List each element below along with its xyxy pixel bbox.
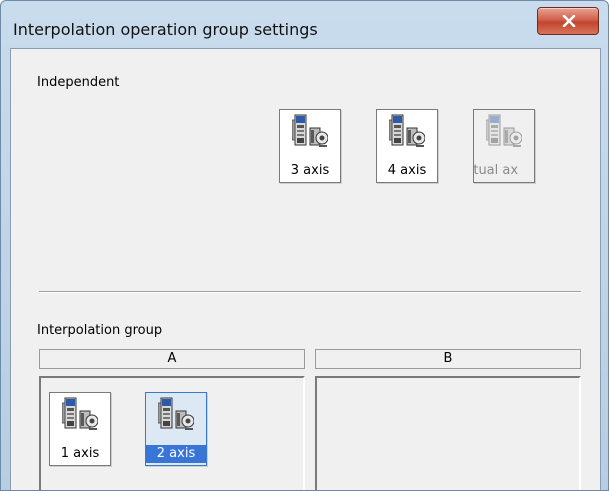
axis-tile-4[interactable]: 4 axis xyxy=(376,109,438,183)
servo-amplifier-motor-icon xyxy=(158,397,194,431)
interpolation-group-label: Interpolation group xyxy=(37,323,163,338)
dialog-window: Interpolation operation group settings I… xyxy=(0,0,609,491)
axis-tile-1[interactable]: 1 axis xyxy=(49,392,111,466)
section-divider xyxy=(39,291,581,293)
servo-amplifier-motor-icon xyxy=(292,114,328,148)
axis-tile-label: rtual ax xyxy=(474,163,519,178)
window-title: Interpolation operation group settings xyxy=(13,20,318,39)
independent-label: Independent xyxy=(37,75,120,90)
servo-amplifier-motor-icon xyxy=(62,397,98,431)
group-a-drop-area[interactable]: 1 axis 2 axis xyxy=(39,376,305,490)
axis-tile-label: 4 axis xyxy=(387,163,427,178)
group-b-drop-area[interactable] xyxy=(315,376,581,490)
servo-amplifier-motor-icon xyxy=(389,114,425,148)
axis-tile-label: 2 axis xyxy=(146,445,206,463)
dialog-client-area: Independent 3 axis 4 axis rtual ax Inter… xyxy=(10,48,601,490)
x-icon xyxy=(562,15,576,27)
close-button[interactable] xyxy=(537,7,599,35)
axis-tile-virtual: rtual ax xyxy=(473,109,535,183)
axis-tile-label: 3 axis xyxy=(290,163,330,178)
group-a-header: A xyxy=(39,349,305,369)
axis-tile-3[interactable]: 3 axis xyxy=(279,109,341,183)
axis-tile-2[interactable]: 2 axis xyxy=(145,392,207,466)
axis-tile-label: 1 axis xyxy=(60,446,100,461)
servo-amplifier-motor-icon xyxy=(486,114,522,148)
group-b-header: B xyxy=(315,349,581,369)
